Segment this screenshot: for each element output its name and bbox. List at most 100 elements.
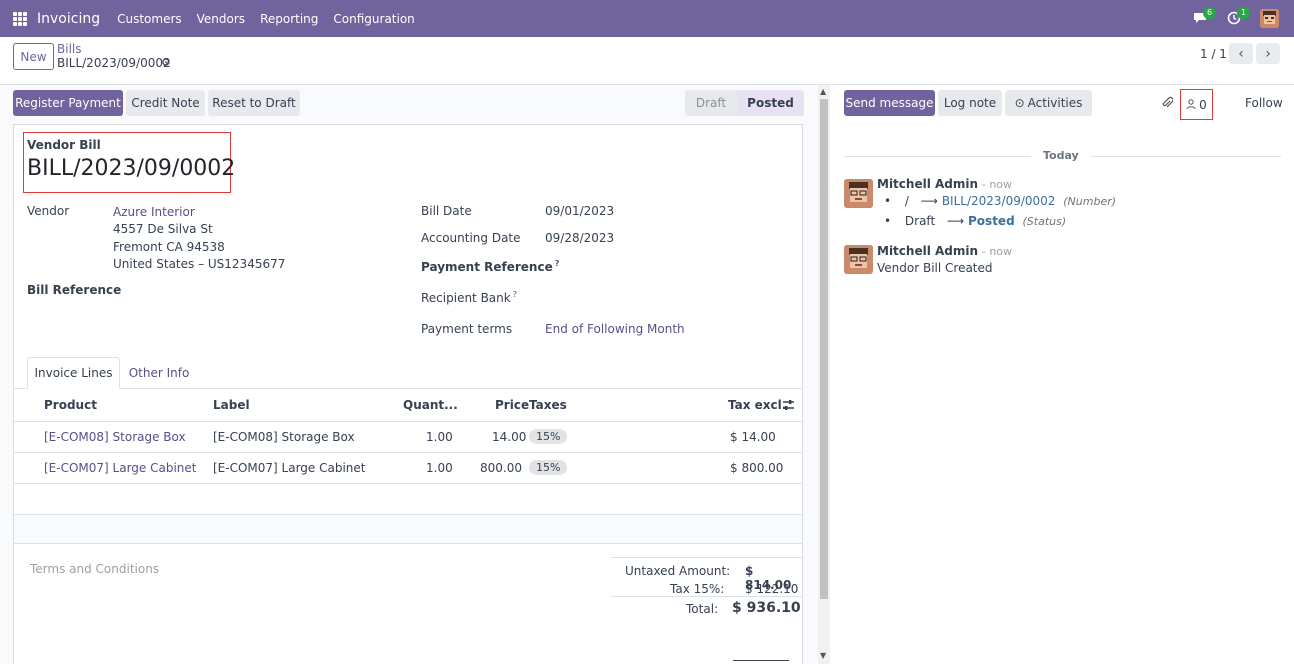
tab-other-info[interactable]: Other Info: [124, 357, 194, 389]
vendor-name-link[interactable]: Azure Interior: [113, 205, 195, 219]
scrollbar-thumb[interactable]: [820, 99, 828, 599]
table-row-empty[interactable]: [14, 483, 802, 514]
quantity-cell[interactable]: 1.00: [426, 430, 453, 444]
bill-date-field[interactable]: 09/01/2023: [545, 204, 614, 218]
author-avatar[interactable]: [844, 179, 873, 208]
follow-button[interactable]: Follow: [1245, 96, 1283, 110]
paperclip-icon[interactable]: [1161, 96, 1173, 110]
messages-systray[interactable]: 6: [1193, 7, 1217, 28]
totals-divider: [611, 596, 802, 597]
product-cell[interactable]: [E-COM08] Storage Box: [44, 430, 186, 444]
send-message-button[interactable]: Send message: [844, 90, 935, 116]
menu-configuration[interactable]: Configuration: [333, 12, 414, 26]
pager-previous-button[interactable]: ‹: [1229, 43, 1253, 64]
product-cell[interactable]: [E-COM07] Large Cabinet: [44, 461, 197, 475]
pager-next-button[interactable]: ›: [1256, 43, 1280, 64]
field-name: (Status): [1022, 215, 1067, 228]
user-avatar[interactable]: [1260, 9, 1279, 28]
column-product[interactable]: Product: [44, 398, 97, 412]
log-note-button[interactable]: Log note: [938, 90, 1002, 116]
status-draft[interactable]: Draft: [685, 90, 737, 116]
message-author[interactable]: Mitchell Admin: [877, 244, 978, 258]
scroll-up-icon[interactable]: ▲: [820, 87, 826, 96]
user-icon: [1186, 99, 1196, 110]
breadcrumb-current: BILL/2023/09/0002: [57, 56, 171, 70]
tax-tag[interactable]: 15%: [529, 460, 568, 475]
vendor-address-line: 4557 De Silva St: [113, 222, 213, 236]
optional-columns-icon[interactable]: [782, 399, 795, 411]
reset-to-draft-button[interactable]: Reset to Draft: [208, 90, 300, 116]
clock-icon: ⊙: [1014, 96, 1025, 110]
gear-icon[interactable]: ⚙: [161, 56, 171, 69]
chevron-left-icon: ‹: [1238, 45, 1244, 62]
register-payment-button[interactable]: Register Payment: [13, 90, 123, 116]
new-value: Posted: [968, 214, 1015, 228]
user-avatar-image: [1260, 9, 1279, 28]
form-scrollbar[interactable]: ▲ ▼: [818, 85, 830, 664]
bill-reference-label: Bill Reference: [27, 283, 122, 297]
menu-reporting[interactable]: Reporting: [260, 12, 318, 26]
subtotal-cell: $ 800.00: [730, 461, 784, 475]
arrow-right-icon: ⟶: [920, 194, 938, 208]
column-label[interactable]: Label: [213, 398, 250, 412]
column-taxes[interactable]: Taxes: [529, 398, 567, 412]
tax-label: Tax 15%:: [670, 582, 725, 596]
column-tax-excl[interactable]: Tax excl.: [728, 398, 786, 412]
label-cell[interactable]: [E-COM07] Large Cabinet: [213, 461, 366, 475]
message-time: - now: [981, 178, 1013, 191]
activities-button[interactable]: ⊙ Activities: [1005, 90, 1092, 116]
total-value: $ 936.10: [732, 600, 801, 616]
terms-conditions-field[interactable]: Terms and Conditions: [30, 562, 159, 576]
control-panel: New Bills BILL/2023/09/0002 ⚙ 1 / 1 ‹ ›: [0, 37, 1294, 85]
totals-divider: [611, 557, 802, 558]
menu-vendors[interactable]: Vendors: [197, 12, 245, 26]
old-value: /: [904, 194, 909, 208]
followers-button[interactable]: 0: [1180, 89, 1213, 120]
author-avatar-image: [844, 179, 873, 208]
tax-tag[interactable]: 15%: [529, 429, 568, 444]
app-name[interactable]: Invoicing: [37, 11, 100, 27]
totals-divider: [733, 660, 789, 661]
messages-badge: 6: [1203, 7, 1217, 19]
tax-value: $ 122.10: [745, 582, 799, 596]
help-icon[interactable]: ?: [555, 259, 560, 268]
menu-customers[interactable]: Customers: [117, 12, 182, 26]
quantity-cell[interactable]: 1.00: [426, 461, 453, 475]
status-posted[interactable]: Posted: [737, 90, 804, 116]
scroll-down-icon[interactable]: ▼: [820, 651, 826, 660]
app-menu-icon[interactable]: [13, 11, 27, 26]
table-row[interactable]: [E-COM08] Storage Box [E-COM08] Storage …: [14, 421, 802, 452]
price-cell[interactable]: 14.00: [492, 430, 526, 444]
statusbar: Draft Posted: [685, 90, 804, 116]
message-author[interactable]: Mitchell Admin: [877, 177, 978, 191]
column-quantity[interactable]: Quant...: [403, 398, 458, 412]
help-icon[interactable]: ?: [513, 290, 517, 299]
activities-systray[interactable]: 1: [1227, 7, 1251, 28]
notebook-tabs: Invoice Lines Other Info: [14, 357, 802, 389]
price-cell[interactable]: 800.00: [480, 461, 522, 475]
table-row[interactable]: [E-COM07] Large Cabinet [E-COM07] Large …: [14, 452, 802, 483]
total-label: Total:: [686, 602, 719, 616]
chatter-panel: Send message Log note ⊙ Activities 0 Foll…: [830, 85, 1294, 664]
label-cell[interactable]: [E-COM08] Storage Box: [213, 430, 355, 444]
breadcrumb-bills[interactable]: Bills: [57, 42, 82, 56]
author-avatar[interactable]: [844, 245, 873, 274]
credit-note-button[interactable]: Credit Note: [126, 90, 205, 116]
new-button[interactable]: New: [13, 43, 54, 70]
arrow-right-icon: ⟶: [946, 214, 965, 228]
tracking-change: • / ⟶ BILL/2023/09/0002 (Number): [884, 194, 1116, 208]
tab-invoice-lines[interactable]: Invoice Lines: [27, 357, 120, 389]
message-body: Vendor Bill Created: [877, 261, 993, 275]
vendor-address-line: Fremont CA 94538: [113, 240, 225, 254]
column-price[interactable]: Price: [495, 398, 529, 412]
recipient-bank-label: Recipient Bank?: [421, 290, 517, 305]
vendor-address-line: United States – US12345677: [113, 257, 286, 271]
payment-terms-field[interactable]: End of Following Month: [545, 322, 685, 336]
untaxed-amount-label: Untaxed Amount:: [625, 564, 731, 578]
pager-value[interactable]: 1 / 1: [1200, 47, 1227, 61]
accounting-date-field[interactable]: 09/28/2023: [545, 231, 614, 245]
followers-count: 0: [1199, 97, 1207, 112]
payment-terms-label: Payment terms: [421, 322, 513, 336]
payment-reference-text: Payment Reference: [421, 260, 553, 274]
tracking-change: • Draft ⟶ Posted (Status): [884, 214, 1066, 228]
